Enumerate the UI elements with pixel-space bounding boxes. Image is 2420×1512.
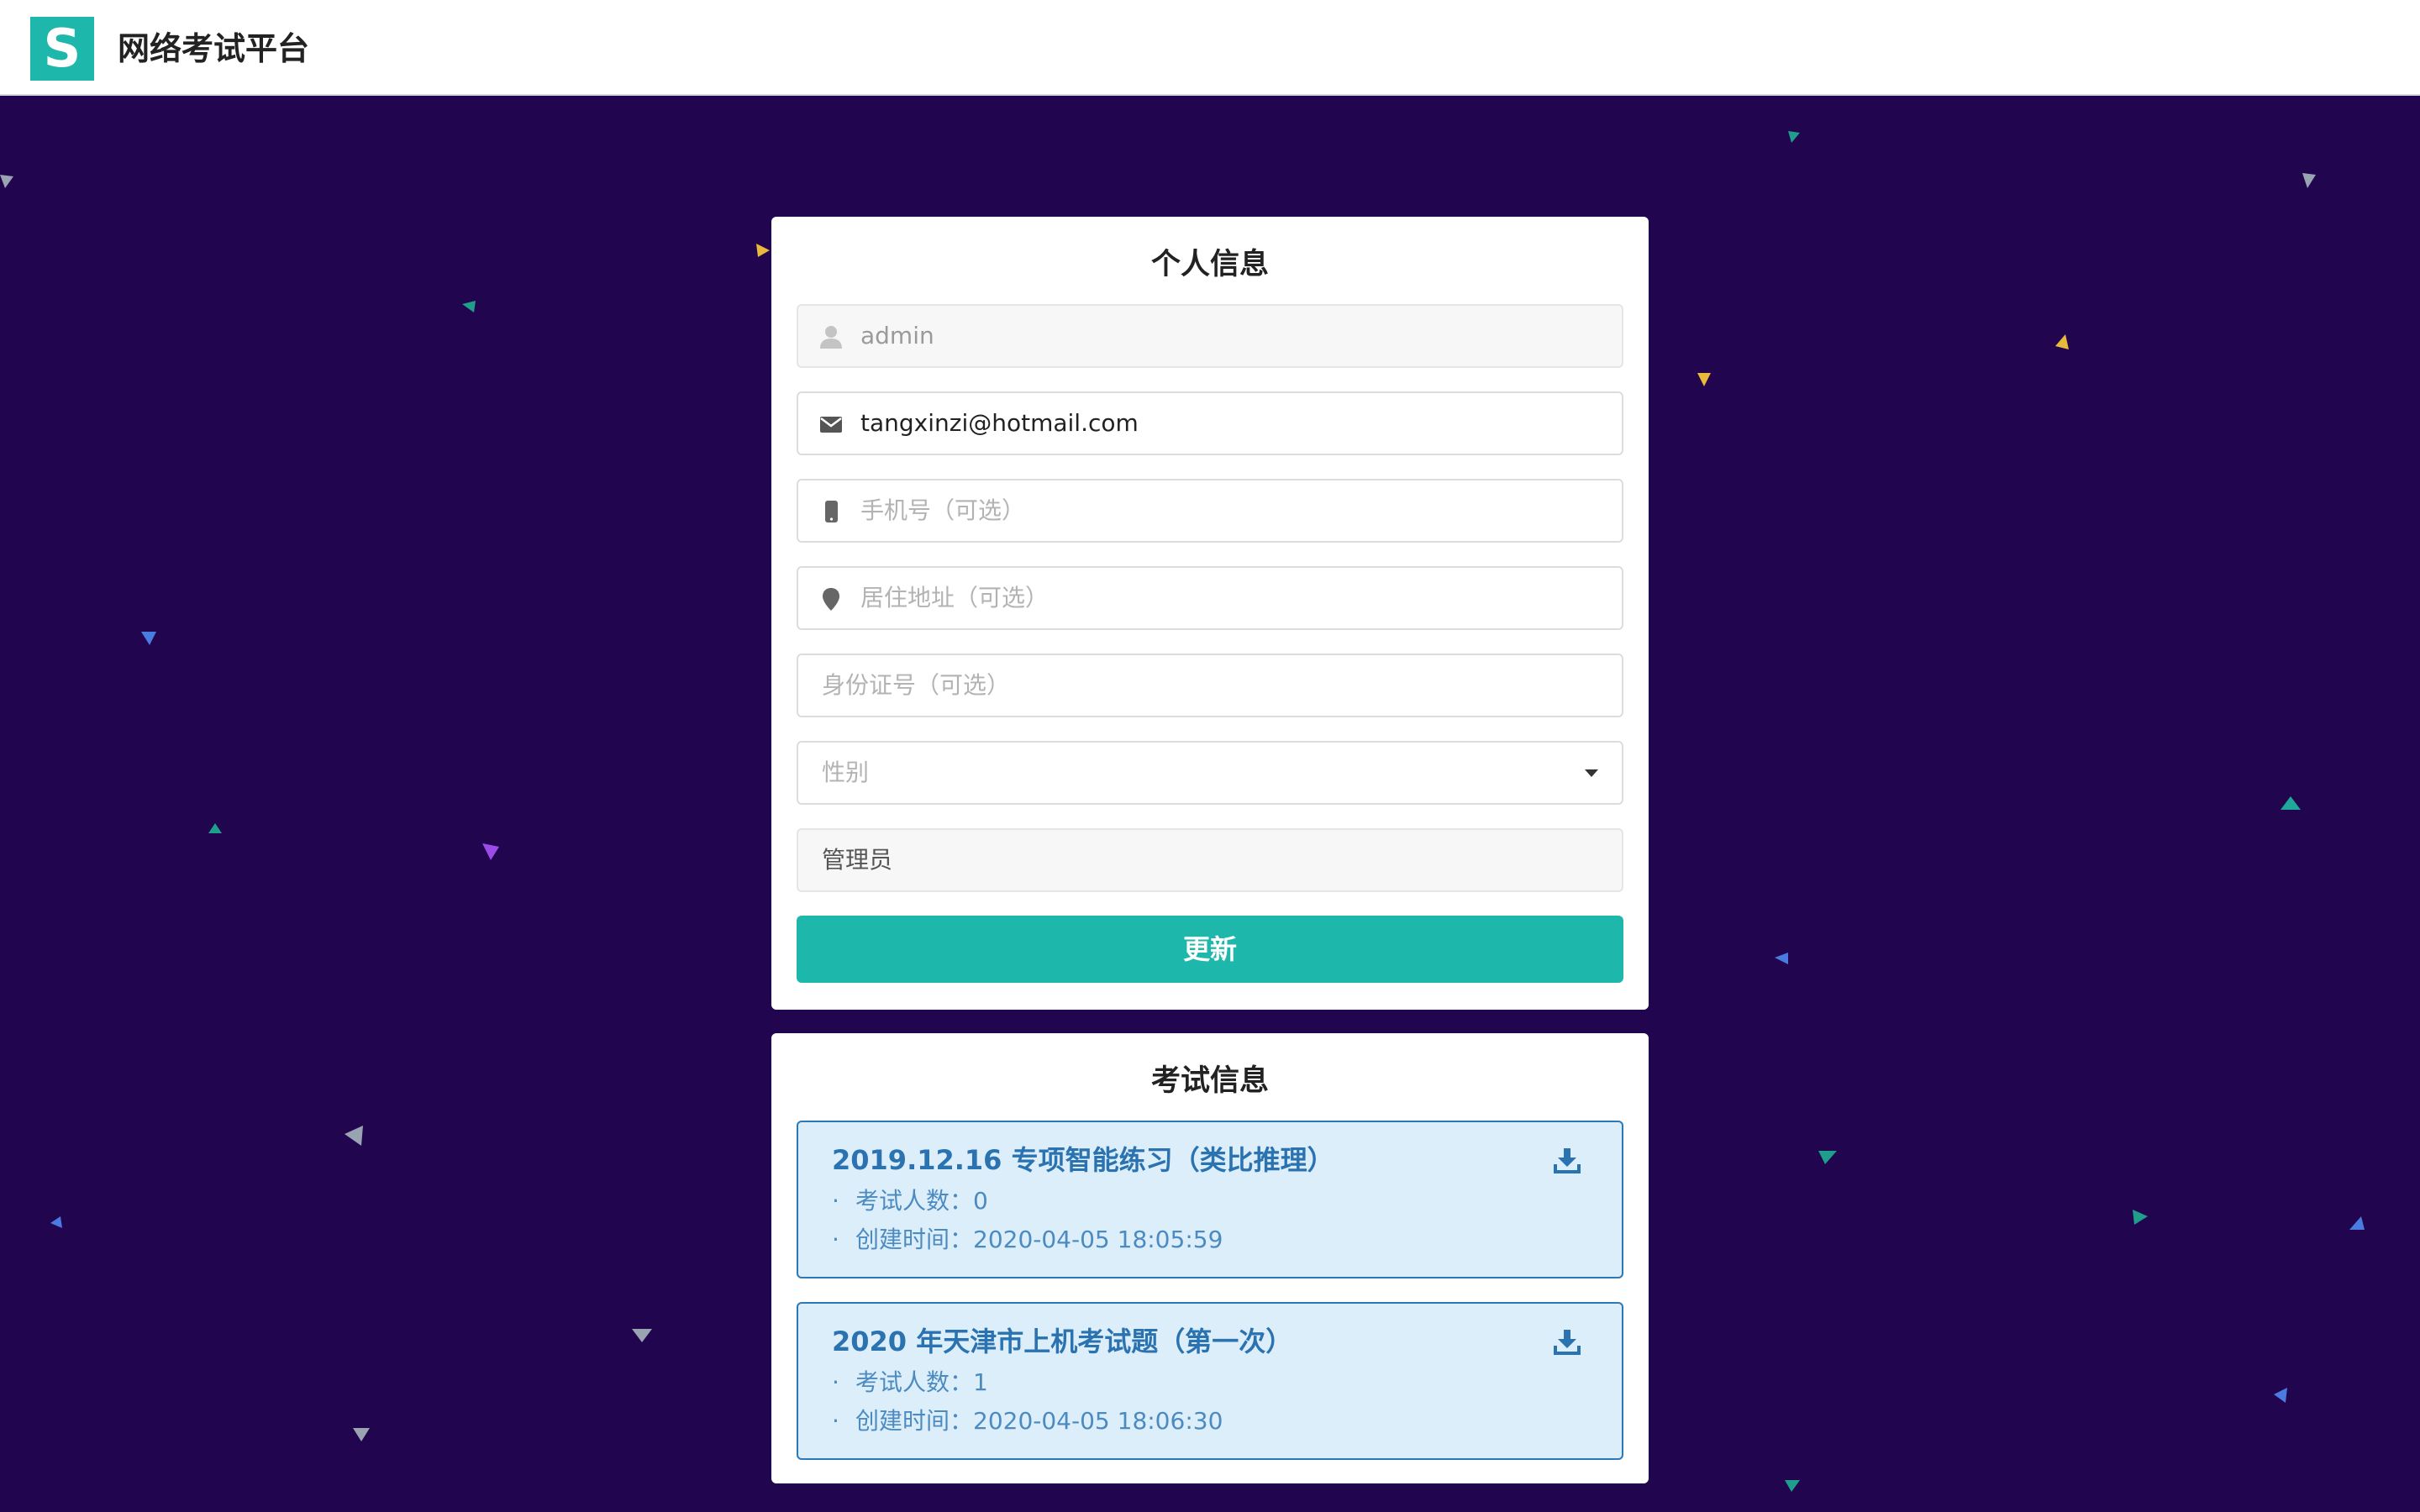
exam-participants-text: 考试人数：1 — [855, 1368, 988, 1396]
bullet: · — [832, 1368, 839, 1396]
gender-select[interactable]: 性别 — [797, 741, 1623, 805]
map-pin-icon — [823, 588, 839, 611]
update-button[interactable]: 更新 — [797, 916, 1623, 983]
address-field[interactable]: 居住地址（可选） — [797, 566, 1623, 630]
download-icon[interactable] — [1553, 1146, 1581, 1174]
app-title[interactable]: 网络考试平台 — [118, 25, 309, 72]
address-placeholder: 居住地址（可选） — [860, 584, 1050, 612]
exam-created-text: 创建时间：2020-04-05 18:05:59 — [855, 1226, 1223, 1253]
exam-participants: · 考试人数：1 — [832, 1364, 988, 1398]
bullet: · — [832, 1226, 839, 1253]
email-value: tangxinzi@hotmail.com — [860, 409, 1139, 437]
app-logo[interactable]: S — [30, 17, 94, 81]
id-number-field[interactable]: 身份证号（可选） — [797, 654, 1623, 717]
exam-item[interactable]: 2019.12.16 专项智能练习（类比推理） · 考试人数：0 · 创建时间：20… — [797, 1121, 1623, 1278]
envelope-icon — [820, 417, 842, 433]
exam-info-card: 考试信息 2019.12.16 专项智能练习（类比推理） · 考试人数：0 · 创建… — [771, 1033, 1649, 1483]
bullet: · — [832, 1407, 839, 1435]
phone-placeholder: 手机号（可选） — [860, 496, 1026, 524]
gender-placeholder: 性别 — [822, 759, 870, 786]
username-value: admin — [860, 322, 934, 349]
phone-field[interactable]: 手机号（可选） — [797, 479, 1623, 543]
exam-title[interactable]: 2019.12.16 专项智能练习（类比推理） — [832, 1139, 1334, 1178]
chevron-down-icon — [1585, 769, 1598, 777]
mobile-phone-icon — [825, 501, 838, 522]
exam-item[interactable]: 2020 年天津市上机考试题（第一次） · 考试人数：1 · 创建时间：2020-0… — [797, 1302, 1623, 1460]
username-field[interactable]: admin — [797, 304, 1623, 368]
exam-participants-text: 考试人数：0 — [855, 1187, 988, 1215]
role-field[interactable]: 管理员 — [797, 828, 1623, 892]
exam-participants: · 考试人数：0 — [832, 1183, 988, 1216]
exam-title[interactable]: 2020 年天津市上机考试题（第一次） — [832, 1320, 1292, 1359]
exam-created-time: · 创建时间：2020-04-05 18:05:59 — [832, 1221, 1223, 1255]
bullet: · — [832, 1187, 839, 1215]
top-navbar: S 网络考试平台 — [0, 0, 2420, 96]
user-icon — [820, 326, 842, 349]
email-field[interactable]: tangxinzi@hotmail.com — [797, 391, 1623, 455]
profile-card-title: 个人信息 — [1150, 248, 1269, 281]
exam-card-title: 考试信息 — [1150, 1064, 1269, 1098]
role-value: 管理员 — [822, 846, 893, 874]
exam-created-time: · 创建时间：2020-04-05 18:06:30 — [832, 1403, 1223, 1436]
id-number-placeholder: 身份证号（可选） — [822, 671, 1011, 699]
profile-card: 个人信息 admin tangxinzi@hotmail.com 手机号（可选）… — [771, 217, 1649, 1010]
exam-created-text: 创建时间：2020-04-05 18:06:30 — [855, 1407, 1223, 1435]
download-icon[interactable] — [1553, 1327, 1581, 1356]
